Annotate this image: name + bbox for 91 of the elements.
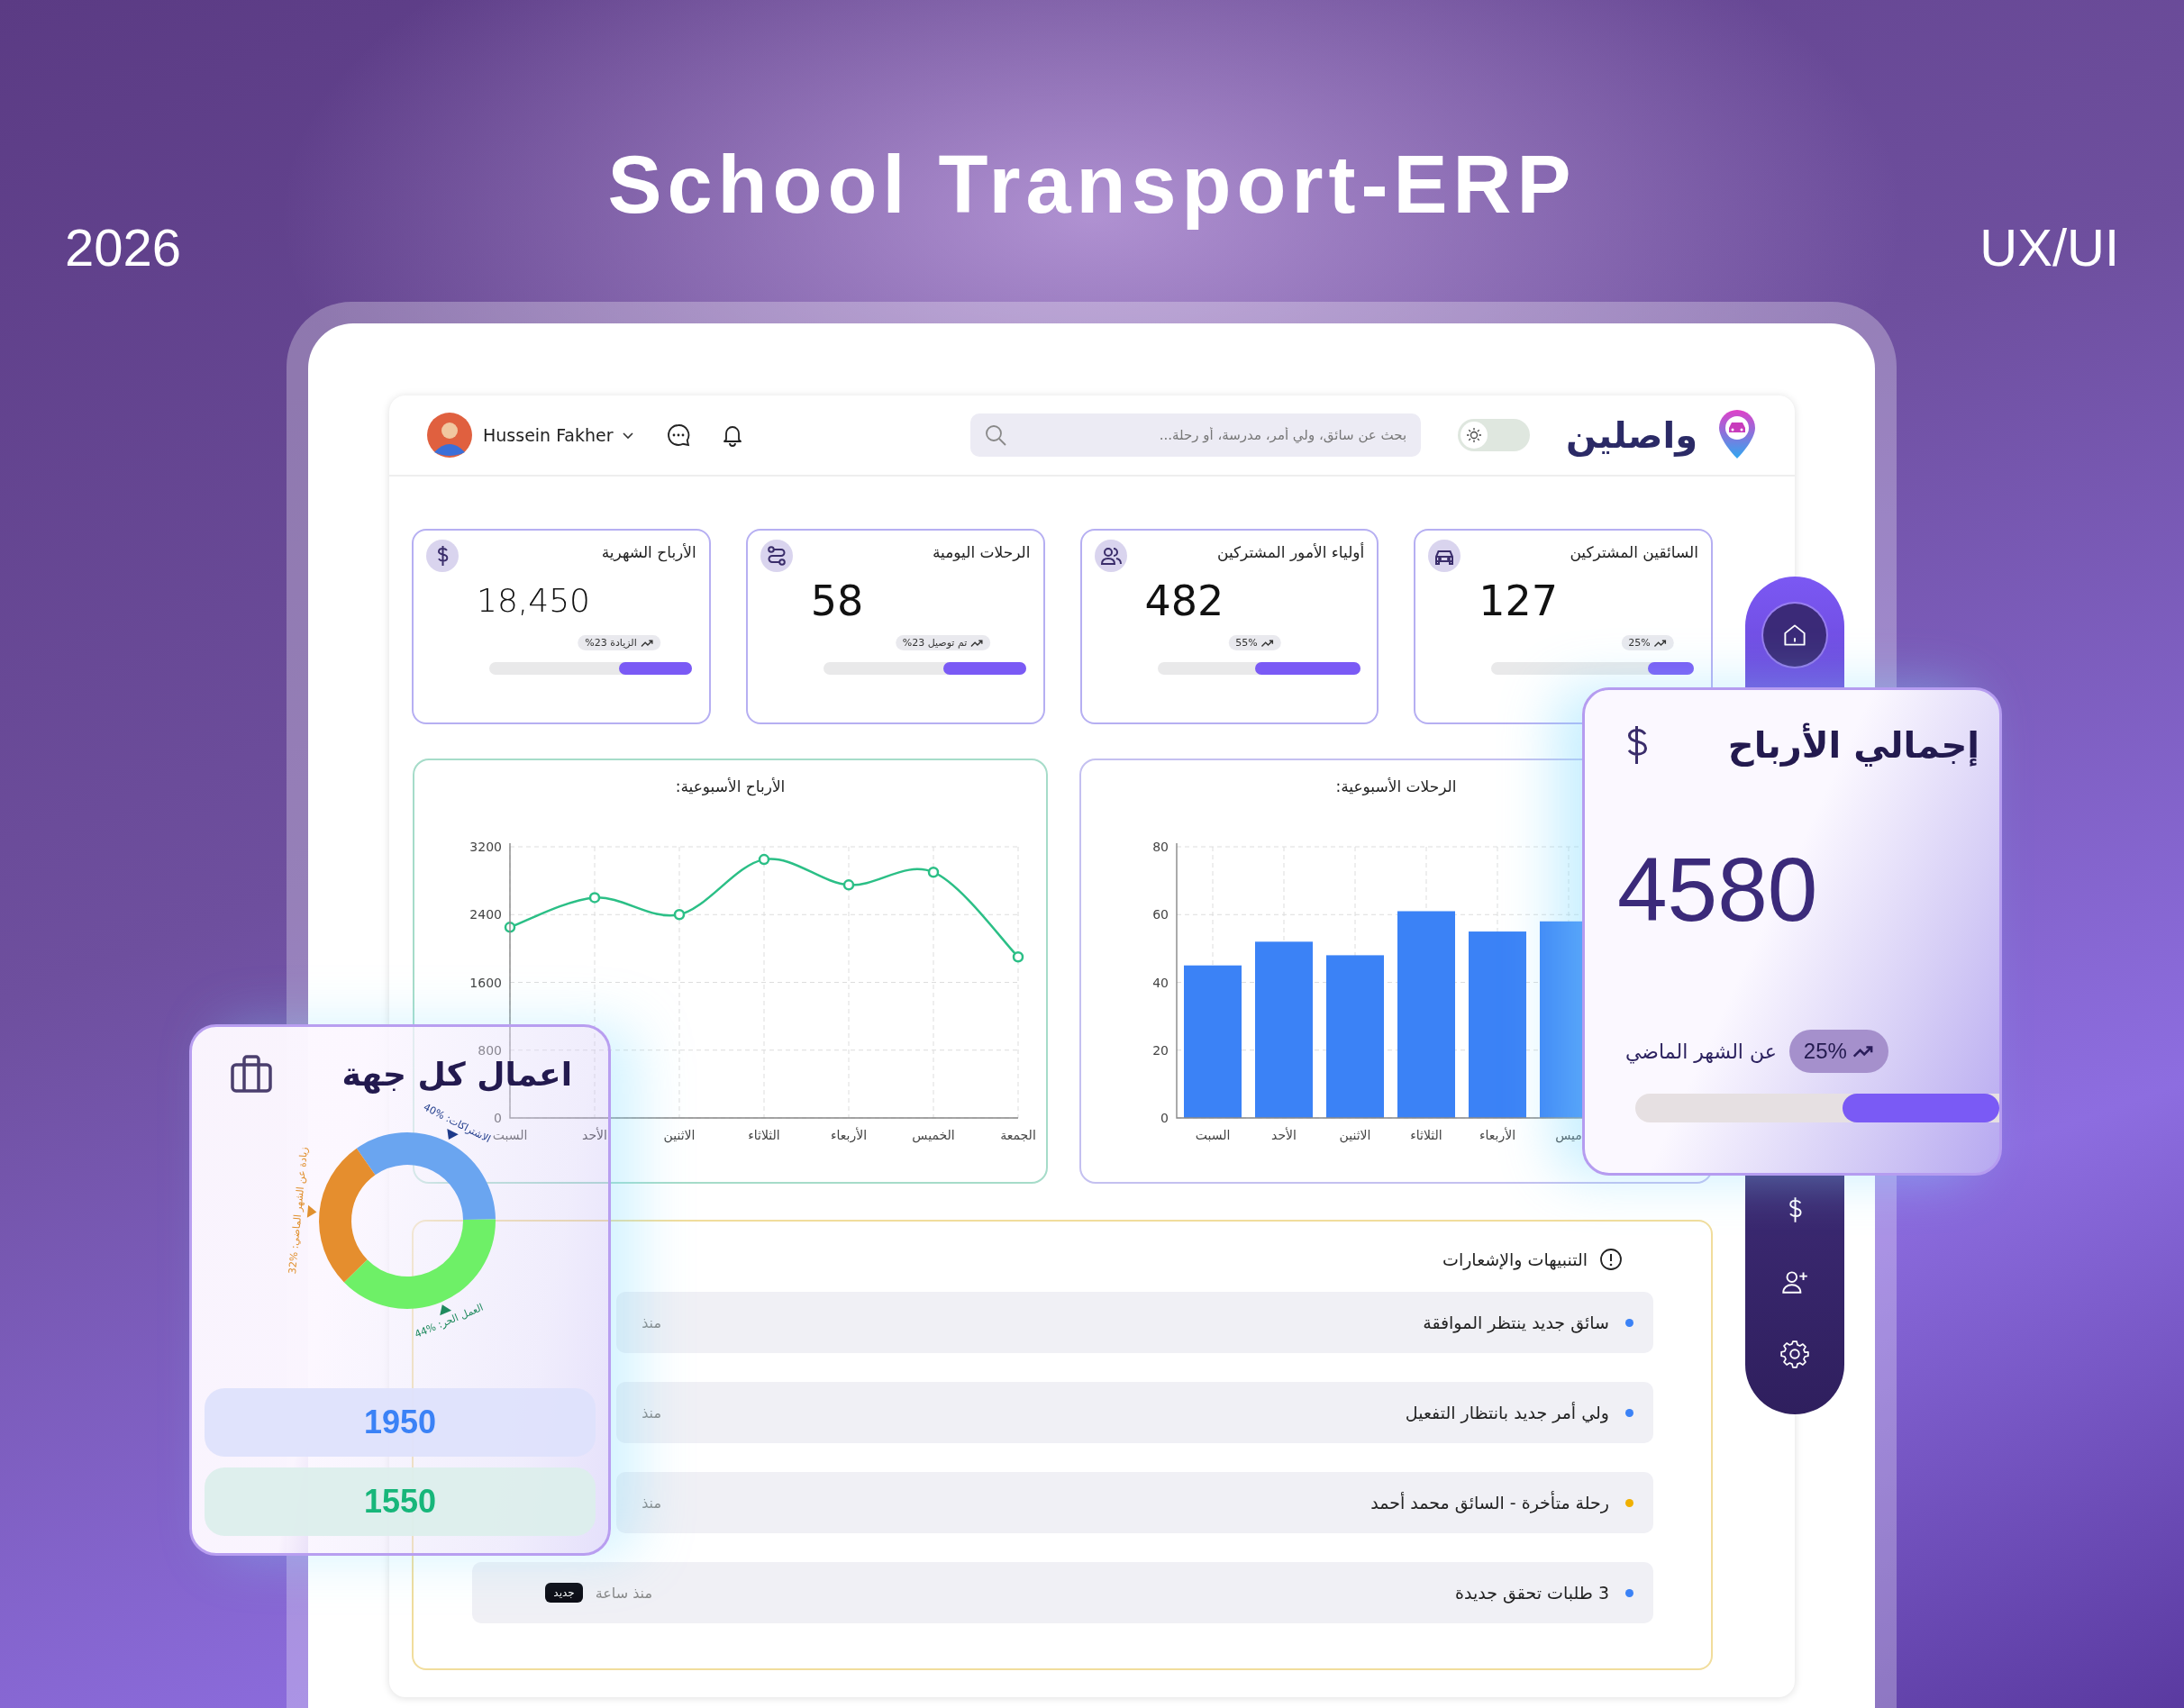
axis-tick-label: 20 bbox=[1152, 1042, 1169, 1058]
axis-category-label: الثلاثاء bbox=[1410, 1128, 1442, 1142]
change-badge: 25% bbox=[1788, 1030, 1888, 1073]
axis-tick-label: 1600 bbox=[469, 975, 502, 990]
axis-tick-label: 40 bbox=[1152, 975, 1169, 990]
alert-text: 3 طلبات تحقق جديدة bbox=[1454, 1583, 1609, 1603]
new-badge: جديد bbox=[545, 1583, 583, 1603]
axis-category-label: السبت bbox=[492, 1128, 528, 1142]
comparison-caption: عن الشهر الماضي bbox=[1625, 1040, 1777, 1063]
axis-category-label: الاثنين bbox=[1339, 1128, 1371, 1142]
stat-value: 18,450 bbox=[476, 581, 591, 621]
axis-category-label: الأربعاء bbox=[830, 1128, 868, 1142]
total-value: 1550 bbox=[205, 1467, 596, 1536]
change-badge: 55% bbox=[1228, 635, 1281, 650]
alert-text: رحلة متأخرة - السائق محمد أحمد bbox=[1370, 1493, 1609, 1513]
alert-time: منذ ساعة bbox=[595, 1584, 652, 1602]
avatar-icon[interactable] bbox=[427, 413, 472, 458]
chart-title: الأرباح الأسبوعية: bbox=[674, 777, 787, 798]
alert-time: منذ bbox=[642, 1313, 661, 1331]
data-point bbox=[927, 866, 940, 878]
axis-category-label: السبت bbox=[1195, 1128, 1231, 1142]
discipline-label: UX/UI bbox=[1979, 217, 2119, 278]
stat-title: الرحلات اليومية bbox=[933, 542, 1031, 561]
slice-label: العمل الحر: %44 bbox=[413, 1301, 486, 1340]
theme-toggle[interactable] bbox=[1458, 419, 1531, 451]
data-point bbox=[504, 922, 516, 933]
alert-row[interactable]: جديد منذ ساعة 3 طلبات تحقق جديدة bbox=[472, 1562, 1653, 1623]
car-icon bbox=[1428, 540, 1461, 572]
data-point bbox=[673, 909, 686, 921]
chart-title: الرحلات الأسبوعية: bbox=[1334, 777, 1458, 797]
stat-title: أولياء الأمور المشتركين bbox=[1216, 541, 1365, 561]
axis-category-label: ميس bbox=[1555, 1128, 1582, 1142]
alert-time: منذ bbox=[642, 1494, 661, 1512]
alert-text: ولي أمر جديد بانتظار التفعيل bbox=[1404, 1403, 1609, 1422]
user-name[interactable]: Hussein Fakher bbox=[483, 425, 614, 445]
dollar-icon bbox=[426, 540, 459, 572]
axis-category-label: الاثنين bbox=[663, 1128, 696, 1142]
year-label: 2026 bbox=[65, 217, 183, 278]
trend-up-icon bbox=[1653, 638, 1667, 648]
briefcase-icon bbox=[230, 1054, 273, 1094]
axis-category-label: الأحد bbox=[1271, 1128, 1297, 1142]
earnings-value: 4580 bbox=[1616, 840, 1819, 939]
alert-text: سائق جديد ينتظر الموافقة bbox=[1422, 1313, 1609, 1332]
alert-time: منذ bbox=[642, 1404, 661, 1422]
project-title: School Transport-ERP bbox=[607, 139, 1577, 232]
trend-up-icon bbox=[640, 638, 653, 648]
slice-label: الاشتراكات: %40 bbox=[422, 1101, 493, 1146]
data-label: زيادة عن الشهر الماضي: %32 bbox=[286, 1146, 311, 1275]
change-badge: 25% bbox=[1621, 635, 1674, 650]
alert-row[interactable]: منذ سائق جديد ينتظر الموافقة bbox=[616, 1292, 1653, 1353]
axis-tick-label: 3200 bbox=[469, 840, 502, 854]
axis-category-label: الجمعة bbox=[1000, 1128, 1036, 1142]
users-icon bbox=[1094, 540, 1127, 572]
change-badge: %23 الزيادة bbox=[578, 635, 660, 650]
home-nav-button[interactable] bbox=[1763, 604, 1826, 667]
chat-icon[interactable] bbox=[665, 422, 691, 448]
sun-icon bbox=[1465, 426, 1484, 444]
alerts-title: التنبيهات والإشعارات bbox=[1442, 1249, 1588, 1269]
axis-tick-label: 0 bbox=[494, 1111, 502, 1125]
card-title: اعمال كل جهة bbox=[341, 1055, 572, 1093]
axis-category-label: الثلاثاء bbox=[748, 1128, 780, 1142]
trend-up-icon bbox=[1260, 638, 1274, 648]
route-icon bbox=[760, 540, 793, 572]
alert-row[interactable]: منذ ولي أمر جديد بانتظار التفعيل bbox=[616, 1382, 1653, 1443]
data-point bbox=[842, 879, 855, 891]
stat-value: 482 bbox=[1143, 576, 1225, 626]
stat-title: السائقين المشتركين bbox=[1570, 542, 1698, 561]
data-point bbox=[588, 892, 601, 904]
settings-icon bbox=[1779, 1339, 1810, 1369]
stat-value: 127 bbox=[1478, 576, 1560, 626]
axis-category-label: الأحد bbox=[582, 1128, 607, 1142]
change-badge: %23 تم توصيل bbox=[895, 635, 991, 650]
logo-text: واصلين bbox=[1566, 414, 1697, 456]
total-value: 1950 bbox=[205, 1388, 596, 1457]
card-title: إجمالي الأرباح bbox=[1727, 724, 1979, 766]
data-point bbox=[1012, 951, 1024, 963]
trend-up-icon bbox=[970, 638, 984, 648]
alert-row[interactable]: منذ رحلة متأخرة - السائق محمد أحمد bbox=[616, 1472, 1653, 1533]
stat-value: 58 bbox=[809, 576, 865, 626]
alert-icon bbox=[1598, 1247, 1624, 1272]
stat-title: الأرباح الشهرية bbox=[601, 542, 696, 561]
trend-up-icon bbox=[1852, 1044, 1874, 1058]
axis-tick-label: 60 bbox=[1152, 907, 1169, 922]
axis-tick-label: 800 bbox=[478, 1042, 502, 1058]
axis-tick-label: 80 bbox=[1152, 840, 1169, 854]
axis-tick-label: 2400 bbox=[469, 907, 502, 922]
slice-label: زيادة عن الشهر الماضي: %32 bbox=[286, 1146, 317, 1275]
axis-category-label: الخميس bbox=[912, 1128, 955, 1142]
axis-tick-label: 0 bbox=[1160, 1111, 1169, 1125]
data-point bbox=[758, 853, 770, 866]
axis-category-label: الأربعاء bbox=[1479, 1128, 1516, 1142]
